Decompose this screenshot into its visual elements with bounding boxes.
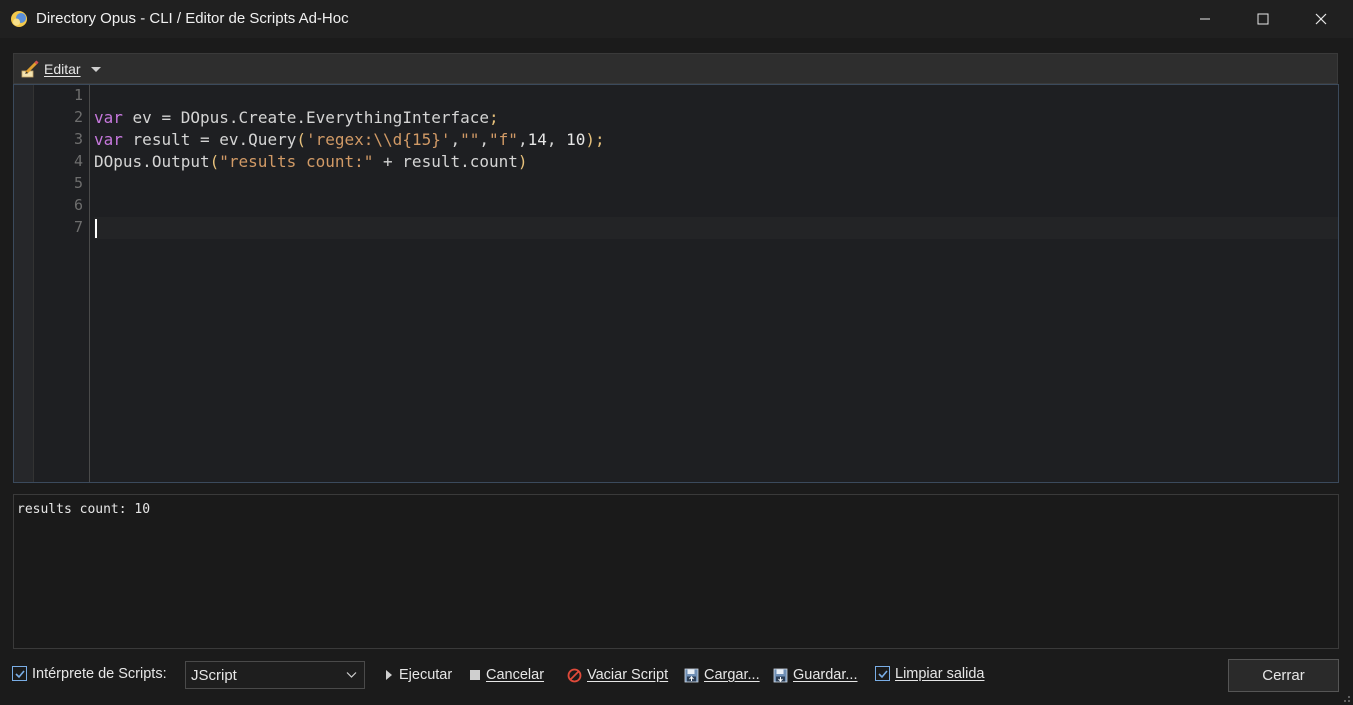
interpreter-checkbox[interactable] [12, 666, 27, 681]
code-line: DOpus.Output("results count:" + result.c… [94, 152, 528, 171]
directory-opus-app-icon [11, 11, 27, 27]
close-button-label: Cerrar [1262, 667, 1305, 684]
line-number: 6 [73, 196, 83, 214]
line-number-gutter: 1 2 3 4 5 6 7 [34, 85, 90, 482]
run-label: Ejecutar [399, 667, 453, 683]
checkmark-icon [877, 669, 888, 678]
minimize-button[interactable] [1176, 0, 1234, 38]
save-button[interactable]: Guardar... [773, 665, 857, 685]
load-disk-icon [684, 668, 699, 682]
save-label: Guardar... [793, 667, 858, 683]
output-text: results count: 10 [17, 502, 151, 517]
title-bar[interactable]: Directory Opus - CLI / Editor de Scripts… [0, 0, 1353, 38]
line-number: 3 [73, 130, 83, 148]
line-number: 7 [73, 218, 83, 236]
resize-grip-icon[interactable] [1341, 693, 1351, 703]
close-button[interactable]: Cerrar [1228, 659, 1339, 692]
current-line-highlight [94, 217, 1338, 239]
dropdown-arrow-icon [90, 66, 101, 72]
cancel-button[interactable]: Cancelar [469, 665, 544, 685]
code-line: var ev = DOpus.Create.EverythingInterfac… [94, 108, 499, 127]
play-icon [386, 670, 392, 680]
line-number: 4 [73, 152, 83, 170]
code-line: var result = ev.Query('regex:\\d{15}',""… [94, 130, 605, 149]
checkmark-icon [14, 669, 25, 678]
clear-script-button[interactable]: Vaciar Script [567, 665, 668, 685]
editor-toolbar: Editar [13, 53, 1338, 84]
run-button[interactable]: Ejecutar [384, 665, 452, 685]
load-label: Cargar... [704, 667, 760, 683]
edit-menu-label: Editar [44, 61, 81, 77]
text-caret [95, 219, 97, 238]
close-icon [1315, 13, 1327, 25]
line-number: 1 [73, 86, 83, 104]
fold-margin [14, 85, 34, 482]
code-editor[interactable]: 1 2 3 4 5 6 7 var ev = DOpus.Create.Ever… [13, 84, 1339, 483]
interpreter-label: Intérprete de Scripts: [32, 666, 167, 682]
load-button[interactable]: Cargar... [684, 665, 760, 685]
line-number: 5 [73, 174, 83, 192]
close-window-button[interactable] [1292, 0, 1350, 38]
chevron-down-icon [346, 672, 357, 678]
no-entry-icon [567, 668, 582, 682]
cancel-label: Cancelar [486, 667, 545, 683]
code-area[interactable]: var ev = DOpus.Create.EverythingInterfac… [94, 85, 1338, 482]
bottom-bar: Intérprete de Scripts: JScript Ejecutar … [0, 656, 1353, 694]
interpreter-select[interactable]: JScript [185, 661, 365, 689]
clear-script-label: Vaciar Script [587, 667, 669, 683]
window-title: Directory Opus - CLI / Editor de Scripts… [36, 10, 349, 27]
save-disk-icon [773, 668, 788, 682]
line-number: 2 [73, 108, 83, 126]
maximize-icon [1257, 13, 1269, 25]
pencil-edit-icon [21, 60, 39, 78]
minimize-icon [1200, 18, 1210, 20]
clear-output-label: Limpiar salida [895, 666, 985, 682]
output-pane[interactable]: results count: 10 [13, 494, 1339, 649]
clear-output-checkbox[interactable] [875, 666, 890, 681]
edit-menu-button[interactable]: Editar [20, 58, 101, 80]
maximize-button[interactable] [1234, 0, 1292, 38]
stop-icon [470, 670, 480, 680]
interpreter-value: JScript [191, 666, 237, 684]
